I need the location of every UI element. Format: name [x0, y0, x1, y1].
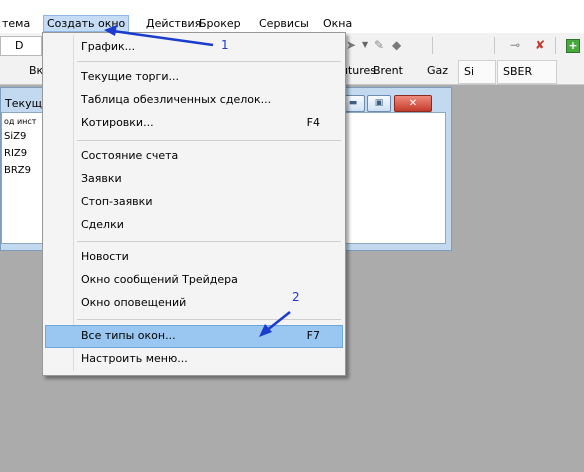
tab-gaz[interactable]: Gaz	[422, 60, 453, 82]
add-icon[interactable]: +	[566, 39, 580, 53]
menu-separator	[77, 241, 341, 242]
menu-broker[interactable]: Брокер	[199, 16, 241, 31]
menu-item-current-trades[interactable]: Текущие торги...	[46, 67, 342, 88]
shortcut-f7: F7	[306, 329, 320, 342]
menu-create-window[interactable]: Создать окно	[43, 15, 130, 32]
close-button[interactable]: ✕	[394, 95, 432, 112]
maximize-button[interactable]: ▣	[367, 95, 391, 112]
close-icon: ✕	[408, 98, 418, 109]
menu-item-all-window-types[interactable]: Все типы окон... F7	[45, 325, 343, 348]
interval-combo-value: D	[15, 39, 24, 52]
diamond-icon[interactable]: ◆	[392, 38, 401, 52]
menu-item-quotes[interactable]: Котировки... F4	[46, 113, 342, 134]
menu-bar: тема Создать окно Действия Брокер Сервис…	[0, 14, 584, 33]
toolbar-separator	[555, 37, 556, 54]
dropdown-arrow-icon[interactable]: ▼	[362, 38, 368, 52]
disconnect-icon[interactable]: ✘	[535, 38, 545, 52]
menu-item-account-state[interactable]: Состояние счета	[46, 146, 342, 167]
tab-sber[interactable]: SBER	[497, 60, 557, 84]
window-title: Текущ	[5, 97, 43, 110]
menu-item-orders[interactable]: Заявки	[46, 169, 342, 190]
pencil-icon[interactable]: ✎	[374, 38, 384, 52]
menu-separator	[77, 319, 341, 320]
menu-separator	[77, 61, 341, 62]
menu-item-trader-messages[interactable]: Окно сообщений Трейдера	[46, 270, 342, 291]
menu-system[interactable]: тема	[2, 16, 30, 31]
toolbar-separator	[432, 37, 433, 54]
menu-item-deals[interactable]: Сделки	[46, 215, 342, 236]
column-header: од инст	[4, 117, 37, 126]
draw-tool-icon[interactable]: ➤	[346, 38, 356, 52]
shortcut-f4: F4	[306, 116, 320, 129]
annotation-label-1: 1	[221, 38, 229, 52]
menu-item-anonymous-trades[interactable]: Таблица обезличенных сделок...	[46, 90, 342, 111]
maximize-icon: ▣	[374, 98, 384, 108]
create-window-dropdown: График... Текущие торги... Таблица обезл…	[42, 32, 346, 376]
menu-item-customize-menu[interactable]: Настроить меню...	[46, 349, 342, 370]
tab-si[interactable]: Si	[458, 60, 496, 84]
toolbar-separator	[494, 37, 495, 54]
connect-icon[interactable]: ⊸	[510, 38, 520, 52]
interval-combo[interactable]: D	[0, 36, 42, 56]
instrument-row[interactable]: RIZ9	[4, 148, 27, 159]
menu-actions[interactable]: Действия	[146, 16, 201, 31]
tab-brent[interactable]: Brent	[368, 60, 408, 82]
menu-item-chart[interactable]: График...	[46, 37, 342, 58]
menu-windows[interactable]: Окна	[323, 16, 352, 31]
menu-services[interactable]: Сервисы	[259, 16, 309, 31]
menu-separator	[77, 140, 341, 141]
menu-item-stop-orders[interactable]: Стоп-заявки	[46, 192, 342, 213]
instrument-row[interactable]: BRZ9	[4, 165, 31, 176]
menu-item-news[interactable]: Новости	[46, 247, 342, 268]
annotation-label-2: 2	[292, 290, 300, 304]
instrument-row[interactable]: SiZ9	[4, 131, 26, 142]
